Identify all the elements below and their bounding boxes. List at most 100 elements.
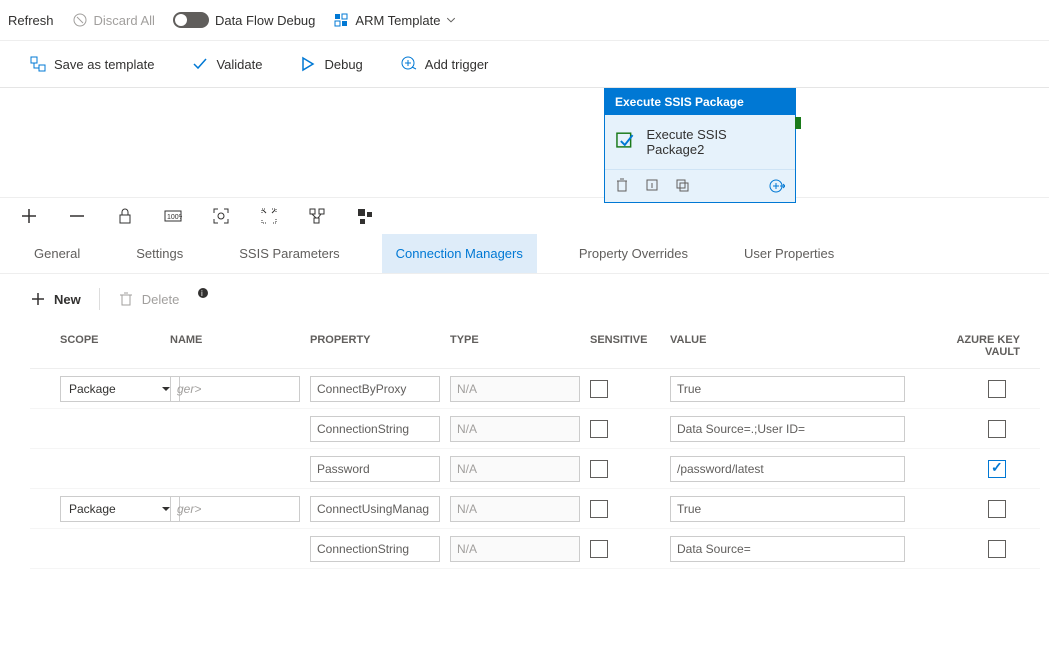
sensitive-checkbox[interactable] xyxy=(590,420,608,438)
save-template-icon xyxy=(30,56,46,72)
activity-title: Execute SSIS Package xyxy=(605,89,795,115)
zoom-100-icon[interactable]: 100% xyxy=(164,207,182,225)
tab-settings[interactable]: Settings xyxy=(122,234,197,273)
akv-checkbox[interactable] xyxy=(988,460,1006,478)
scope-select[interactable]: Package xyxy=(60,376,180,402)
type-input: N/A xyxy=(450,496,580,522)
property-input[interactable]: Password xyxy=(310,456,440,482)
divider xyxy=(99,288,100,310)
canvas-toolbar: 100% xyxy=(0,198,1049,234)
activity-name: Execute SSIS Package2 xyxy=(647,127,785,157)
scope-select[interactable]: Package xyxy=(60,496,180,522)
arm-template-dropdown[interactable]: ARM Template xyxy=(333,12,456,28)
new-button[interactable]: New xyxy=(30,291,81,307)
type-input: N/A xyxy=(450,536,580,562)
type-input: N/A xyxy=(450,456,580,482)
delete-icon[interactable] xyxy=(615,178,629,192)
header-name: Name xyxy=(170,334,310,358)
zoom-fit-icon[interactable] xyxy=(212,207,230,225)
clone-icon[interactable] xyxy=(675,178,689,192)
name-input[interactable]: ger> xyxy=(170,376,300,402)
property-input[interactable]: ConnectionString xyxy=(310,536,440,562)
value-input[interactable]: Data Source= xyxy=(670,536,905,562)
validate-label: Validate xyxy=(216,57,262,72)
type-input: N/A xyxy=(450,416,580,442)
header-akv: Azure Key Vault xyxy=(930,334,1020,358)
debug-button[interactable]: Debug xyxy=(300,56,362,72)
add-trigger-button[interactable]: Add trigger xyxy=(401,56,489,72)
svg-text:100%: 100% xyxy=(167,214,182,221)
debug-play-icon xyxy=(300,56,316,72)
table-row: ConnectionString N/A Data Source=.;User ID… xyxy=(30,409,1040,449)
delete-button[interactable]: Delete xyxy=(118,291,180,307)
akv-checkbox[interactable] xyxy=(988,380,1006,398)
add-output-icon[interactable] xyxy=(769,178,785,194)
zoom-in-icon[interactable] xyxy=(20,207,38,225)
header-value: Value xyxy=(670,334,930,358)
delete-label: Delete xyxy=(142,292,180,307)
sensitive-checkbox[interactable] xyxy=(590,540,608,558)
value-input[interactable]: True xyxy=(670,496,905,522)
sensitive-checkbox[interactable] xyxy=(590,380,608,398)
tab-connection-managers[interactable]: Connection Managers xyxy=(382,234,537,273)
table-row: Password N/A/password/latest xyxy=(30,449,1040,489)
add-trigger-icon xyxy=(401,56,417,72)
checkmark-icon xyxy=(192,56,208,72)
property-input[interactable]: ConnectByProxy xyxy=(310,376,440,402)
sensitive-checkbox[interactable] xyxy=(590,460,608,478)
info-dot-icon[interactable]: i xyxy=(197,287,209,299)
zoom-out-icon[interactable] xyxy=(68,207,86,225)
save-as-template-button[interactable]: Save as template xyxy=(30,56,154,72)
activity-card[interactable]: Execute SSIS Package Execute SSIS Packag… xyxy=(604,88,796,203)
data-flow-debug-label: Data Flow Debug xyxy=(215,13,315,28)
connection-managers-table: Scope Name Property Type Sensitive Value… xyxy=(30,324,1040,569)
name-input[interactable]: ger> xyxy=(170,496,300,522)
plus-icon xyxy=(30,291,46,307)
tab-general[interactable]: General xyxy=(20,234,94,273)
akv-checkbox[interactable] xyxy=(988,420,1006,438)
pipeline-toolbar: Save as template Validate Debug Add trig… xyxy=(0,40,1049,88)
new-label: New xyxy=(54,292,81,307)
header-scope: Scope xyxy=(30,334,170,358)
tab-property-overrides[interactable]: Property Overrides xyxy=(565,234,702,273)
property-input[interactable]: ConnectUsingManag xyxy=(310,496,440,522)
tab-ssis-parameters[interactable]: SSIS Parameters xyxy=(225,234,353,273)
sensitive-checkbox[interactable] xyxy=(590,500,608,518)
table-row: Packageger>ConnectByProxyN/ATrue xyxy=(30,369,1040,409)
value-input[interactable]: Data Source=.;User ID= xyxy=(670,416,905,442)
arm-template-icon xyxy=(333,12,349,28)
ssis-package-icon xyxy=(615,131,637,153)
arm-template-label: ARM Template xyxy=(355,13,440,28)
tab-user-properties[interactable]: User Properties xyxy=(730,234,848,273)
refresh-button[interactable]: Refresh xyxy=(8,13,54,28)
akv-checkbox[interactable] xyxy=(988,500,1006,518)
info-icon[interactable] xyxy=(645,178,659,192)
debug-label: Debug xyxy=(324,57,362,72)
discard-all-button[interactable]: Discard All xyxy=(72,12,155,28)
save-as-template-label: Save as template xyxy=(54,57,154,72)
svg-text:i: i xyxy=(201,289,203,298)
add-trigger-label: Add trigger xyxy=(425,57,489,72)
activity-body: Execute SSIS Package2 xyxy=(605,115,795,169)
discard-icon xyxy=(72,12,88,28)
fullscreen-icon[interactable] xyxy=(260,207,278,225)
success-handle[interactable] xyxy=(795,117,801,129)
activity-actions xyxy=(605,169,795,202)
pipeline-canvas[interactable]: Execute SSIS Package Execute SSIS Packag… xyxy=(0,88,1049,198)
value-input[interactable]: /password/latest xyxy=(670,456,905,482)
auto-align-icon[interactable] xyxy=(308,207,326,225)
header-property: Property xyxy=(310,334,450,358)
top-toolbar: Refresh Discard All Data Flow Debug ARM … xyxy=(0,0,1049,40)
lock-icon[interactable] xyxy=(116,207,134,225)
minimap-icon[interactable] xyxy=(356,207,374,225)
chevron-down-icon xyxy=(446,12,456,28)
property-tabs: General Settings SSIS Parameters Connect… xyxy=(0,234,1049,274)
value-input[interactable]: True xyxy=(670,376,905,402)
akv-checkbox[interactable] xyxy=(988,540,1006,558)
header-type: Type xyxy=(450,334,590,358)
data-flow-debug-toggle[interactable]: Data Flow Debug xyxy=(173,12,315,28)
validate-button[interactable]: Validate xyxy=(192,56,262,72)
property-input[interactable]: ConnectionString xyxy=(310,416,440,442)
toggle-switch-icon xyxy=(173,12,209,28)
trash-icon xyxy=(118,291,134,307)
